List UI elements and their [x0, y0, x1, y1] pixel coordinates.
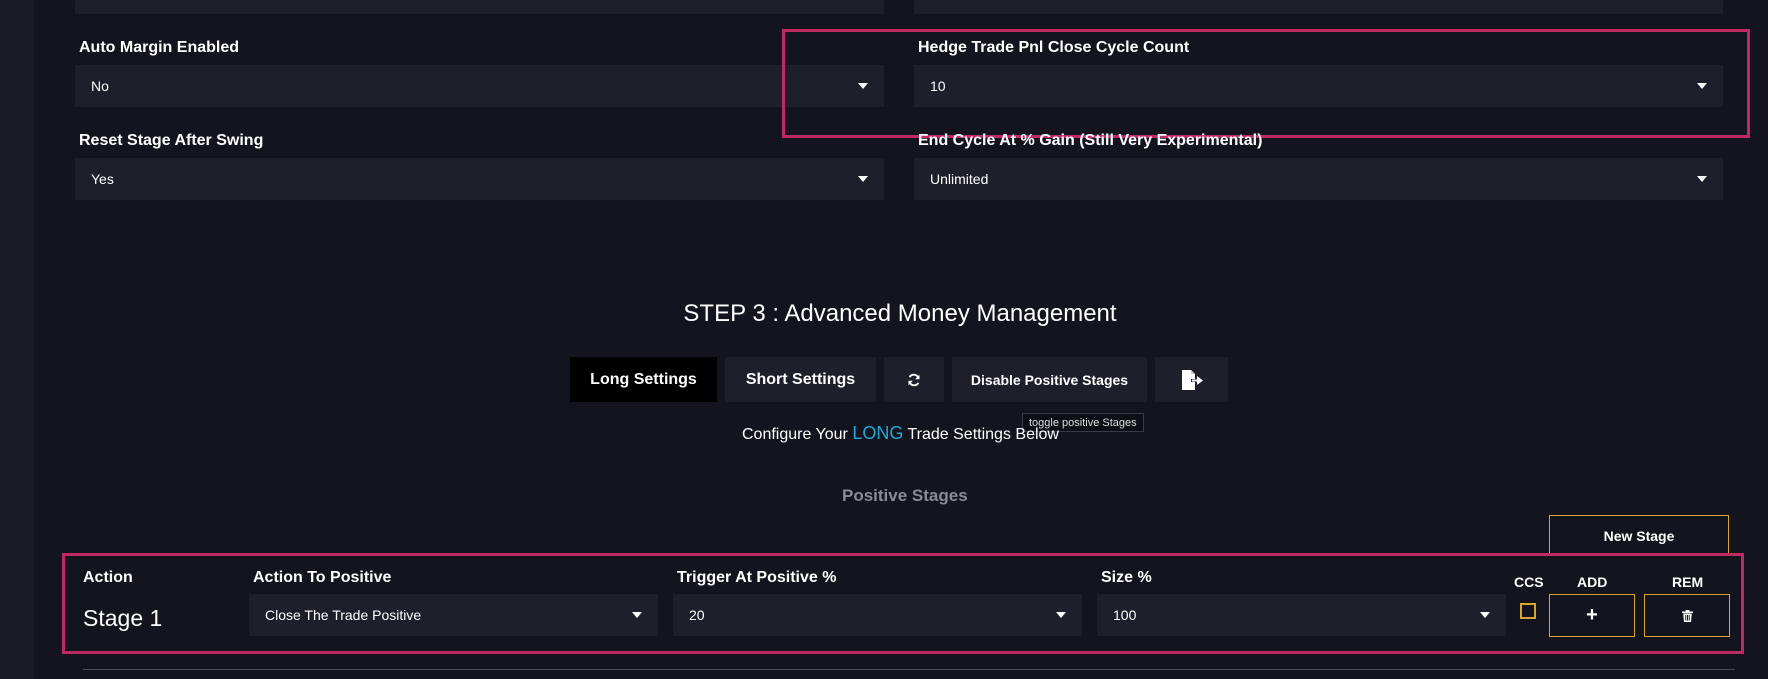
auto-margin-label: Auto Margin Enabled: [79, 39, 239, 56]
export-button[interactable]: [1155, 357, 1228, 402]
configure-text: Configure Your LONG Trade Settings Below: [742, 423, 1059, 444]
left-rail: [0, 0, 34, 679]
top-partial-field-left[interactable]: [75, 0, 884, 14]
reset-stage-select[interactable]: Yes: [75, 158, 884, 200]
refresh-icon: [908, 373, 920, 386]
divider: [83, 669, 1735, 670]
short-settings-button[interactable]: Short Settings: [725, 357, 876, 402]
refresh-button[interactable]: [884, 357, 944, 402]
reset-stage-value: Yes: [91, 171, 114, 187]
chevron-down-icon: [858, 176, 868, 182]
stage-row-highlight: [62, 553, 1744, 654]
end-cycle-value: Unlimited: [930, 171, 989, 187]
chevron-down-icon: [1697, 176, 1707, 182]
reset-stage-label: Reset Stage After Swing: [79, 132, 264, 149]
positive-stages-title: Positive Stages: [842, 486, 968, 505]
auto-margin-select[interactable]: No: [75, 65, 884, 107]
export-icon: [1181, 369, 1203, 390]
hedge-cycle-highlight: [782, 29, 1750, 138]
configure-suffix: Trade Settings Below: [907, 426, 1059, 443]
step3-title: STEP 3 : Advanced Money Management: [683, 300, 1117, 327]
end-cycle-select[interactable]: Unlimited: [914, 158, 1723, 200]
configure-mode: LONG: [852, 423, 904, 443]
new-stage-button[interactable]: New Stage: [1549, 515, 1729, 556]
top-partial-field-right[interactable]: [914, 0, 1723, 14]
auto-margin-value: No: [91, 78, 109, 94]
configure-prefix: Configure Your: [742, 426, 848, 443]
long-settings-button[interactable]: Long Settings: [570, 357, 717, 402]
disable-positive-stages-button[interactable]: Disable Positive Stages: [952, 357, 1147, 402]
end-cycle-label: End Cycle At % Gain (Still Very Experime…: [918, 132, 1263, 149]
